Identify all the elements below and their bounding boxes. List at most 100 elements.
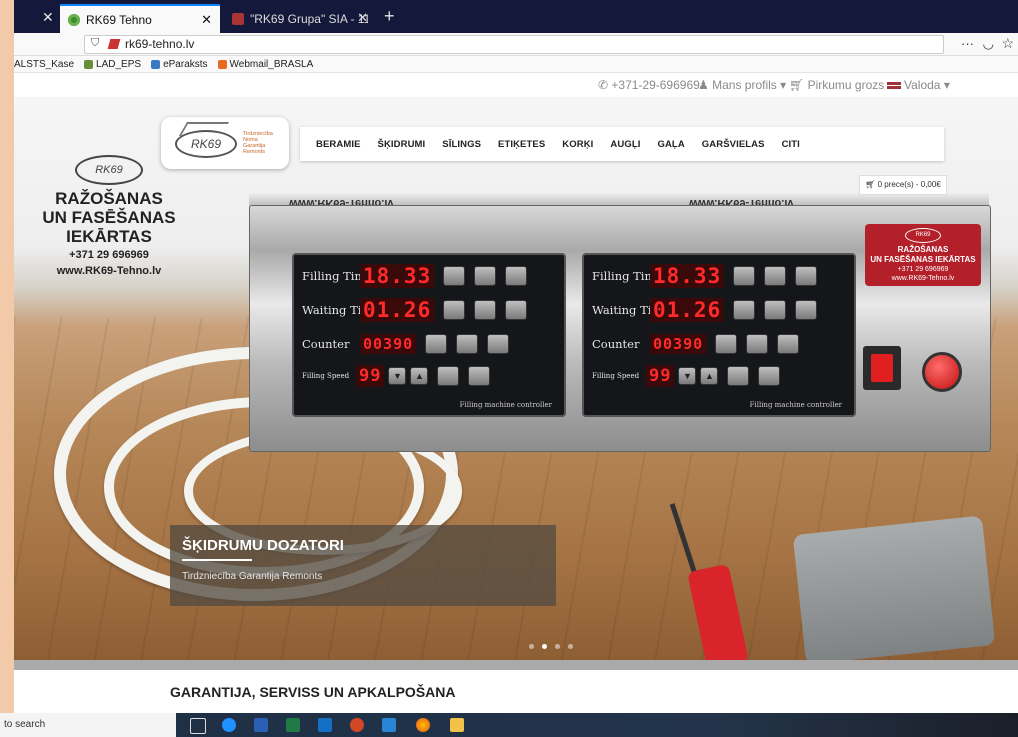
tab-title: "RK69 Grupa" SIA - 1188 uzņēm — [250, 11, 368, 26]
profile-menu[interactable]: ♟ Mans profils ▾ — [698, 78, 786, 92]
phone-link[interactable]: ✆ +371-29-696969 — [598, 78, 700, 92]
bookmark-webmail-brasla[interactable]: Webmail_BRASLA — [217, 59, 313, 70]
task-view-icon[interactable] — [190, 718, 206, 734]
nav-skidrumi[interactable]: ŠĶIDRUMI — [378, 139, 426, 150]
power-switch — [863, 346, 901, 390]
more-icon[interactable]: ··· — [961, 36, 974, 51]
file-explorer-icon[interactable] — [450, 718, 464, 732]
filling-time-display: 18.33 — [650, 264, 725, 288]
outlook-icon[interactable] — [318, 718, 332, 732]
panel-button — [727, 366, 750, 386]
slide-caption[interactable]: ŠĶIDRUMU DOZATORI Tirdzniecība Garantija… — [170, 525, 556, 606]
rk69-logo: RK69 — [75, 155, 143, 185]
brand-line2: UN FASĒŠANAS IEKĀRTAS — [42, 208, 176, 246]
firefox-icon[interactable] — [416, 718, 430, 732]
user-icon: ♟ — [698, 78, 713, 92]
remote-icon[interactable] — [382, 718, 396, 732]
close-icon[interactable]: ✕ — [357, 10, 368, 26]
cart-summary[interactable]: 🛒︎ 0 prece(s) - 0,00€ — [859, 175, 947, 195]
panel-button — [468, 366, 491, 386]
panel-button — [425, 334, 448, 354]
panel-button — [733, 300, 756, 320]
logo-subtitle: Tirdzniecība Noma Garantija Remonts — [243, 131, 273, 155]
panel-button — [758, 366, 781, 386]
favicon — [68, 13, 80, 26]
browser-window: ✕ RK69 Tehno ✕ "RK69 Grupa" SIA - 1188 u… — [14, 0, 1018, 715]
cart-link[interactable]: 🛒︎ Pirkumu grozs — [789, 78, 884, 92]
left-margin — [0, 0, 14, 715]
filling-time-display: 18.33 — [360, 264, 435, 288]
controller-panel: Filling Time 18.33 Waiting Time 01.26 Co… — [292, 253, 566, 417]
url-text[interactable]: rk69-tehno.lv — [125, 37, 194, 51]
tab-rk69-tehno[interactable]: RK69 Tehno ✕ — [60, 4, 220, 33]
up-arrow-icon: ▲ — [700, 367, 719, 385]
favicon — [107, 39, 121, 49]
nav-beramie[interactable]: BERAMIE — [316, 139, 361, 150]
filling-machine: Filling Time 18.33 Waiting Time 01.26 Co… — [249, 205, 991, 452]
slider-dot[interactable] — [555, 644, 560, 649]
site-logo[interactable]: RK69 Tirdzniecība Noma Garantija Remonts — [161, 117, 289, 169]
pocket-icon[interactable]: ◡ — [983, 36, 994, 52]
edge-icon[interactable] — [222, 718, 236, 732]
tab-bar: ✕ RK69 Tehno ✕ "RK69 Grupa" SIA - 1188 u… — [14, 0, 1018, 33]
foot-pedal — [792, 515, 996, 660]
panel-button — [456, 334, 479, 354]
plus-icon[interactable]: + — [384, 6, 395, 27]
panel-button — [443, 300, 466, 320]
nav-gala[interactable]: GAĻA — [657, 139, 684, 150]
favicon — [232, 12, 244, 25]
bookmark-lad-eps[interactable]: LAD_EPS — [84, 59, 141, 70]
bookmark-icon — [151, 59, 161, 69]
slider-dot[interactable] — [529, 644, 534, 649]
brand-sticker: RK69 RAŽOŠANAS UN FASĒŠANAS IEKĀRTAS +37… — [865, 224, 981, 286]
language-menu[interactable]: Valoda ▾ — [887, 78, 950, 92]
rk69-logo: RK69 — [175, 130, 237, 158]
bookmark-icon — [217, 59, 227, 69]
hero-slider[interactable]: RK69 RAŽOŠANAS UN FASĒŠANAS IEKĀRTAS +37… — [14, 97, 1018, 660]
nav-garsvielas[interactable]: GARŠVIELAS — [702, 139, 765, 150]
panel-button — [795, 266, 818, 286]
speed-display: 99 — [646, 365, 675, 387]
down-arrow-icon: ▼ — [678, 367, 697, 385]
nav-korki[interactable]: KORĶI — [562, 139, 593, 150]
panel-button — [733, 266, 756, 286]
taskbar-search[interactable]: to search — [0, 713, 176, 737]
section-title: GARANTIJA, SERVISS UN APKALPOŠANA — [170, 684, 456, 700]
bookmark-eparaksts[interactable]: eParaksts — [151, 59, 208, 70]
panel-button — [443, 266, 466, 286]
nav-etiketes[interactable]: ETIĶETES — [498, 139, 545, 150]
tab-title: RK69 Tehno — [86, 12, 152, 27]
close-icon[interactable]: ✕ — [42, 9, 54, 26]
waiting-time-label: Waiting Time — [592, 303, 670, 317]
counter-display: 00390 — [650, 334, 707, 354]
panel-button — [777, 334, 800, 354]
controller-panel: Filling Time 18.33 Waiting Time 01.26 Co… — [582, 253, 856, 417]
phone-icon: ✆ — [598, 78, 612, 92]
tab-rk69-grupa[interactable]: "RK69 Grupa" SIA - 1188 uzņēm ✕ — [224, 4, 376, 33]
bookmarks-bar: ALSTS_Kase LAD_EPS eParaksts Webmail_BRA… — [14, 56, 1018, 73]
nav-citi[interactable]: CITI — [782, 139, 800, 150]
star-icon[interactable]: ☆ — [1001, 35, 1014, 52]
powerpoint-icon[interactable] — [350, 718, 364, 732]
word-icon[interactable] — [254, 718, 268, 732]
navigation-bar: ⛉ rk69-tehno.lv ··· ◡ ☆ — [14, 33, 1018, 56]
nav-silings[interactable]: SĪLINGS — [442, 139, 481, 150]
slider-dot[interactable] — [568, 644, 573, 649]
panel-button — [437, 366, 460, 386]
cart-icon: 🛒︎ — [865, 180, 878, 189]
panel-button — [487, 334, 510, 354]
slider-dot[interactable] — [542, 644, 547, 649]
caption-divider — [182, 559, 252, 561]
shield-icon[interactable]: ⛉ — [91, 37, 99, 50]
close-icon[interactable]: ✕ — [201, 12, 212, 28]
nav-augli[interactable]: AUGĻI — [610, 139, 640, 150]
main-navigation: BERAMIE ŠĶIDRUMI SĪLINGS ETIĶETES KORĶI … — [300, 127, 944, 161]
section-divider — [14, 660, 1018, 670]
excel-icon[interactable] — [286, 718, 300, 732]
bookmark-alsts-kase[interactable]: ALSTS_Kase — [14, 59, 74, 70]
brand-web: www.RK69-Tehno.lv — [56, 265, 162, 277]
panel-footer: Filling machine controller — [459, 401, 552, 409]
url-bar[interactable]: ⛉ rk69-tehno.lv — [84, 35, 944, 54]
counter-display: 00390 — [360, 334, 417, 354]
panel-button — [795, 300, 818, 320]
